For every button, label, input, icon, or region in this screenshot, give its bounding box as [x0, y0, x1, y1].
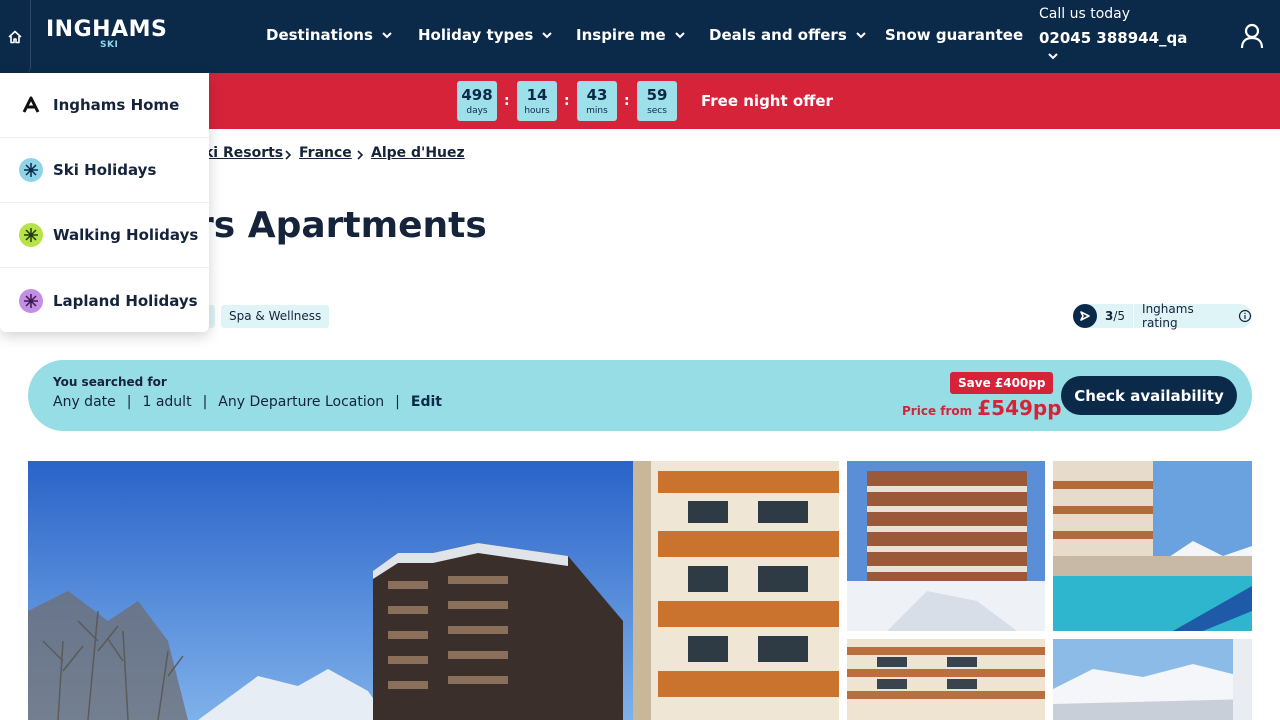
- nav-label: Destinations: [266, 26, 373, 44]
- call-phone[interactable]: 02045 388944_qa: [1039, 23, 1187, 53]
- chevron-down-icon[interactable]: [1047, 50, 1059, 62]
- countdown-unit: mins: [586, 106, 608, 116]
- searched-date: Any date: [53, 394, 116, 410]
- menu-item-label: Walking Holidays: [53, 226, 199, 244]
- countdown-secs: 59 secs: [637, 81, 677, 121]
- nav-deals-and-offers[interactable]: Deals and offers: [709, 26, 867, 44]
- home-menu-button[interactable]: [0, 0, 31, 73]
- countdown-separator: :: [504, 93, 510, 109]
- page-title: rs Apartments: [196, 205, 487, 246]
- nav-label: Deals and offers: [709, 26, 847, 44]
- countdown-separator: :: [624, 93, 630, 109]
- rating-divider: [1133, 304, 1135, 328]
- chevron-down-icon: [382, 32, 392, 39]
- logo-subtext: SKI: [100, 40, 119, 50]
- info-icon[interactable]: [1238, 309, 1252, 323]
- call-us-block[interactable]: Call us today 02045 388944_qa: [1039, 5, 1187, 53]
- menu-item-label: Inghams Home: [53, 96, 180, 114]
- nav-snow-guarantee[interactable]: Snow guarantee: [885, 26, 1023, 44]
- rating-score: 3/5: [1105, 309, 1125, 323]
- separator: |: [126, 394, 132, 410]
- menu-item-label: Ski Holidays: [53, 161, 157, 179]
- save-badge: Save £400pp: [950, 372, 1054, 394]
- chevron-down-icon: [674, 32, 685, 39]
- pool-thumbnail[interactable]: [1053, 461, 1252, 631]
- logo-text: INGHAMS: [46, 17, 168, 42]
- chevron-down-icon: [542, 32, 553, 39]
- breadcrumb-item[interactable]: France: [299, 145, 352, 161]
- price-label: Price from: [902, 404, 973, 418]
- searched-departure: Any Departure Location: [218, 394, 385, 410]
- price-amount: £549pp: [977, 396, 1062, 420]
- walking-icon: [19, 223, 43, 247]
- snowflake-icon: [19, 158, 43, 182]
- inghams-logo-icon: [19, 93, 43, 117]
- countdown-hours: 14 hours: [517, 81, 557, 121]
- inghams-rating[interactable]: 3/5 Inghams rating: [1073, 302, 1252, 330]
- countdown-value: 14: [526, 86, 548, 104]
- separator: |: [395, 394, 400, 410]
- countdown-unit: hours: [524, 106, 550, 116]
- edit-search-link[interactable]: Edit: [411, 394, 442, 410]
- hotel-thumbnail[interactable]: [847, 461, 1045, 631]
- check-availability-button[interactable]: Check availability: [1061, 376, 1237, 415]
- chevron-right-icon: [285, 150, 292, 160]
- menu-item-ski-holidays[interactable]: Ski Holidays: [0, 138, 209, 203]
- rating-out-of: /5: [1113, 309, 1126, 323]
- countdown-unit: secs: [647, 106, 667, 116]
- nav-destinations[interactable]: Destinations: [266, 26, 393, 44]
- mountain-view-thumbnail[interactable]: [1053, 639, 1252, 720]
- countdown-separator: :: [564, 93, 570, 109]
- countdown-value: 498: [461, 86, 493, 104]
- nav-holiday-types[interactable]: Holiday types: [418, 26, 553, 44]
- main-hotel-photo[interactable]: [28, 461, 839, 720]
- searched-values: Any date | 1 adult | Any Departure Locat…: [53, 394, 442, 410]
- countdown-mins: 43 mins: [577, 81, 617, 121]
- countdown-value: 43: [586, 86, 608, 104]
- tag-spa-wellness: Spa & Wellness: [221, 305, 330, 328]
- promo-offer-text[interactable]: Free night offer: [701, 92, 833, 110]
- menu-item-inghams-home[interactable]: Inghams Home: [0, 73, 209, 138]
- menu-item-label: Lapland Holidays: [53, 291, 198, 310]
- countdown-unit: days: [466, 106, 488, 116]
- chevron-right-icon: [357, 150, 364, 160]
- home-icon: [8, 30, 22, 43]
- breadcrumb-item[interactable]: ki Resorts: [204, 145, 283, 161]
- countdown-days: 498 days: [457, 81, 497, 121]
- rating-arrow-icon: [1073, 304, 1097, 328]
- countdown-value: 59: [646, 86, 668, 104]
- nav-label: Holiday types: [418, 26, 534, 44]
- chevron-down-icon: [856, 32, 866, 39]
- brand-switcher-menu: Inghams Home Ski Holidays Walking Holida…: [0, 73, 209, 332]
- menu-item-lapland-holidays[interactable]: Lapland Holidays: [0, 268, 209, 333]
- lapland-icon: [19, 288, 43, 313]
- nav-label: Snow guarantee: [885, 26, 1024, 44]
- site-header: INGHAMS SKI Destinations Holiday types I…: [0, 0, 1280, 73]
- inghams-ski-logo[interactable]: INGHAMS SKI: [46, 17, 168, 51]
- price-from: Price from £549pp: [902, 396, 1062, 420]
- menu-item-walking-holidays[interactable]: Walking Holidays: [0, 203, 209, 268]
- nav-inspire-me[interactable]: Inspire me: [576, 26, 686, 44]
- breadcrumb-item[interactable]: Alpe d'Huez: [371, 145, 465, 161]
- nav-label: Inspire me: [576, 26, 666, 44]
- search-summary-bar: You searched for Any date | 1 adult | An…: [28, 360, 1252, 431]
- call-label: Call us today: [1039, 6, 1131, 22]
- rating-label: Inghams rating: [1142, 302, 1194, 330]
- hotel-thumbnail[interactable]: [847, 639, 1045, 720]
- account-icon[interactable]: [1238, 22, 1266, 50]
- separator: |: [202, 394, 208, 410]
- searched-label: You searched for: [53, 375, 167, 389]
- searched-guests: 1 adult: [142, 394, 192, 410]
